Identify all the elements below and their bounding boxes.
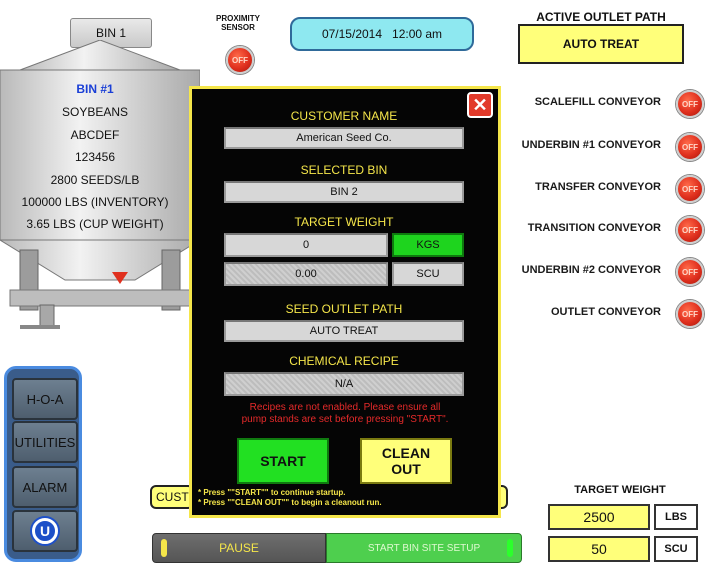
start-bin-site-label: START BIN SITE SETUP: [367, 542, 481, 554]
alarm-button[interactable]: ALARM: [12, 466, 78, 508]
logo-icon: U: [32, 518, 58, 544]
scu-field[interactable]: 0.00: [224, 262, 388, 286]
conveyor-lamp-transition: OFF: [676, 216, 704, 244]
alarm-button-label: ALARM: [22, 479, 68, 495]
conveyor-label-outlet: OUTLET CONVEYOR: [550, 306, 661, 318]
start-bin-site-button[interactable]: START BIN SITE SETUP: [326, 533, 522, 563]
proximity-sensor-lamp: OFF: [226, 46, 254, 74]
seed-outlet-label: SEED OUTLET PATH: [285, 302, 403, 316]
bin-name: BIN #1: [76, 82, 114, 96]
proximity-sensor-label: PROXIMITY SENSOR: [215, 14, 260, 32]
start-indicator-icon: [507, 539, 513, 557]
kgs-unit-button[interactable]: KGS: [392, 233, 464, 257]
active-outlet-value-box: AUTO TREAT: [518, 24, 684, 64]
target-weight-field[interactable]: 0: [224, 233, 388, 257]
scu-unit-button[interactable]: SCU: [392, 262, 464, 286]
logo-button[interactable]: U: [12, 510, 78, 552]
bin-crop: SOYBEANS: [61, 105, 129, 119]
close-icon: ✕: [472, 94, 488, 115]
target-weight-panel-title: TARGET WEIGHT: [574, 484, 666, 496]
chemical-recipe-label: CHEMICAL RECIPE: [289, 354, 399, 368]
active-outlet-value: AUTO TREAT: [562, 37, 640, 51]
chemical-recipe-field[interactable]: N/A: [224, 372, 464, 396]
bin-cup-weight: 3.65 LBS (CUP WEIGHT): [26, 217, 164, 231]
customer-name-field[interactable]: American Seed Co.: [224, 127, 464, 149]
conveyor-lamp-underbin-1: OFF: [676, 133, 704, 161]
conveyor-lamp-underbin-2: OFF: [676, 258, 704, 286]
conveyor-label-scalefill: SCALEFILL CONVEYOR: [534, 96, 661, 108]
target-weight-label: TARGET WEIGHT: [294, 215, 394, 229]
bin-line3: 123456: [74, 150, 116, 164]
datetime-text: 07/15/2014 12:00 am: [321, 27, 443, 41]
conveyor-lamp-outlet: OFF: [676, 300, 704, 328]
conveyor-lamp-transfer: OFF: [676, 175, 704, 203]
selected-bin-label: SELECTED BIN: [300, 163, 388, 177]
recipe-warning-line1: Recipes are not enabled. Please ensure a…: [249, 402, 441, 413]
customer-name-label: CUSTOMER NAME: [290, 109, 398, 123]
start-button[interactable]: START: [237, 438, 329, 484]
pause-indicator-icon: [161, 539, 167, 557]
conveyor-label-transition: TRANSITION CONVEYOR: [527, 222, 661, 234]
target-weight-panel-value[interactable]: 2500: [548, 504, 650, 530]
conveyor-label-underbin-1: UNDERBIN #1 CONVEYOR: [521, 139, 661, 151]
start-button-label: START: [260, 453, 306, 469]
hoa-button[interactable]: H-O-A: [12, 378, 78, 420]
dialog-close-button[interactable]: ✕: [467, 92, 493, 118]
recipe-warning-line2: pump stands are set before pressing "STA…: [241, 414, 449, 425]
datetime-display: 07/15/2014 12:00 am: [290, 17, 474, 51]
clean-out-button[interactable]: CLEAN OUT: [360, 438, 452, 484]
dialog-note-cleanout: * Press ""CLEAN OUT"" to begin a cleanou…: [198, 498, 382, 507]
clean-out-label-line2: OUT: [391, 461, 421, 477]
customer-button-partial[interactable]: CUST: [150, 485, 194, 509]
bin-line2: ABCDEF: [70, 128, 120, 142]
bin-tab-label: BIN 1: [95, 26, 126, 40]
seed-outlet-field[interactable]: AUTO TREAT: [224, 320, 464, 342]
target-scu-panel-value[interactable]: 50: [548, 536, 650, 562]
utilities-button-label: UTILITIES: [14, 434, 76, 450]
bin-inventory: 100000 LBS (INVENTORY): [21, 195, 169, 209]
bin-seeds-per-lb: 2800 SEEDS/LB: [50, 173, 140, 187]
utilities-button[interactable]: UTILITIES: [12, 421, 78, 463]
logo-letter: U: [39, 523, 51, 539]
active-outlet-title: ACTIVE OUTLET PATH: [536, 10, 666, 24]
pause-button[interactable]: PAUSE: [152, 533, 326, 563]
customer-button-partial-label: CUST: [156, 490, 189, 504]
dialog-note-start: * Press ""START"" to continue startup.: [198, 488, 346, 497]
conveyor-label-underbin-2: UNDERBIN #2 CONVEYOR: [521, 264, 661, 276]
clean-out-label-line1: CLEAN: [381, 445, 431, 461]
hoa-button-label: H-O-A: [26, 391, 64, 407]
recipe-warning: Recipes are not enabled. Please ensure a…: [196, 402, 494, 426]
conveyor-label-transfer: TRANSFER CONVEYOR: [535, 181, 661, 193]
selected-bin-field[interactable]: BIN 2: [224, 181, 464, 203]
target-scu-panel-unit: SCU: [654, 536, 698, 562]
target-weight-panel-unit: LBS: [654, 504, 698, 530]
pause-label: PAUSE: [219, 541, 259, 555]
conveyor-lamp-scalefill: OFF: [676, 90, 704, 118]
dialog-notes: * Press ""START"" to continue startup. *…: [198, 488, 498, 508]
